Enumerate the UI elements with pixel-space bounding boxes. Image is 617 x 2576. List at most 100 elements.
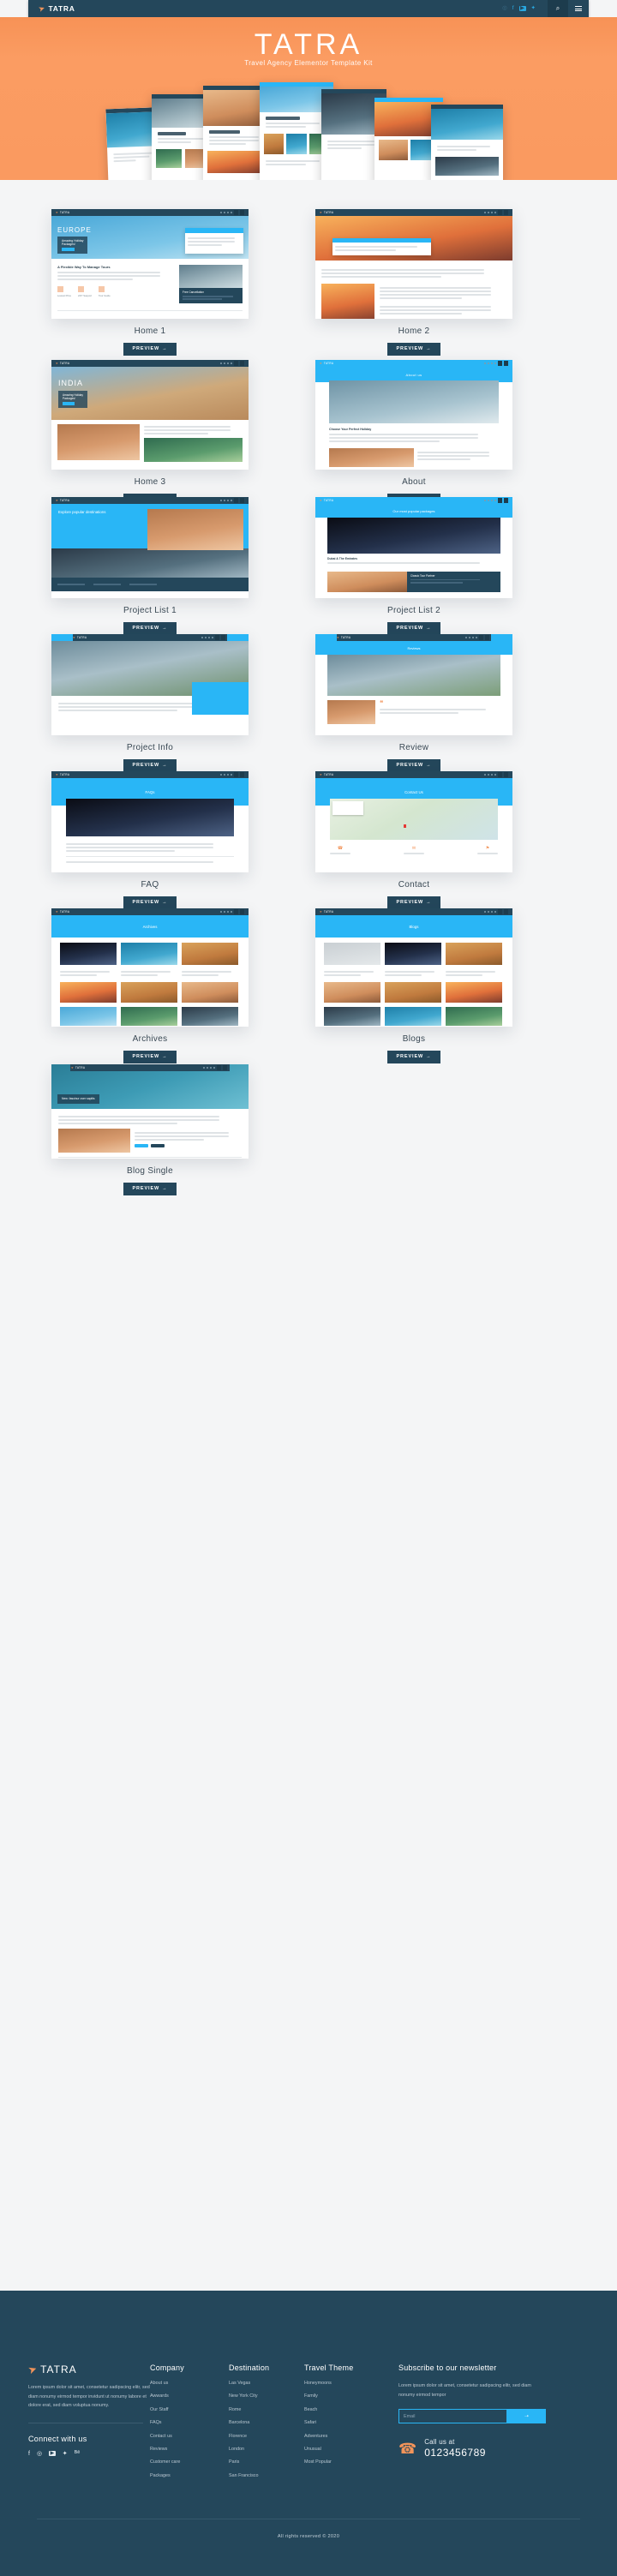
template-thumbnail[interactable]: ➤ TATRA Our most popular packages Dubai &…: [315, 497, 512, 598]
footer-link[interactable]: Unusual: [304, 2447, 398, 2452]
collage-sheet: [431, 105, 503, 180]
newsletter-heading: Subscribe to our newsletter: [398, 2363, 497, 2372]
footer-link[interactable]: New York City: [229, 2393, 304, 2399]
page-subtitle: Travel Agency Elementor Template Kit: [244, 59, 373, 67]
brand-name: TATRA: [48, 4, 75, 13]
map-preview: [330, 799, 498, 840]
call-label: Call us at: [424, 2438, 455, 2447]
footer-link[interactable]: Honeymoons: [304, 2381, 398, 2386]
footer-link[interactable]: Barcelona: [229, 2420, 304, 2425]
email-input[interactable]: [398, 2409, 507, 2424]
template-thumbnail[interactable]: ➤ TATRA: [51, 634, 249, 735]
footer-column-destination: Destination Las Vegas New York City Rome…: [229, 2363, 304, 2487]
template-label: Home 2: [398, 326, 430, 336]
footer-link[interactable]: San Francisco: [229, 2473, 304, 2478]
thumb-inner-title: Reviews: [315, 641, 512, 655]
newsletter-column: Subscribe to our newsletter Lorem ipsum …: [398, 2363, 548, 2487]
template-thumbnail[interactable]: ➤ TATRA INDIA Amazing Holiday Packages!: [51, 360, 249, 470]
footer-link[interactable]: Reviews: [150, 2447, 229, 2452]
footer-link[interactable]: Customer care: [150, 2460, 229, 2465]
footer-link[interactable]: Contact us: [150, 2434, 229, 2439]
footer-link[interactable]: Rome: [229, 2407, 304, 2412]
thumb-inner-title: Blogs: [315, 915, 512, 938]
template-thumbnail[interactable]: ➤ TATRA FAQs: [51, 771, 249, 872]
facebook-icon[interactable]: f: [512, 5, 514, 12]
connect-heading: Connect with us: [28, 2434, 87, 2443]
twitter-icon[interactable]: ✦: [531, 5, 536, 12]
footer-column-travel-theme: Travel Theme Honeymoons Family Beach Saf…: [304, 2363, 398, 2487]
newsletter-form: ➝: [398, 2409, 546, 2424]
top-social-links: ◎ f ▶ ✦: [502, 5, 536, 12]
template-thumbnail[interactable]: ➤TATRA EUROPE Amazing Holiday Packages!: [51, 209, 249, 319]
footer-link[interactable]: Adventures: [304, 2434, 398, 2439]
footer-brand-name: TATRA: [40, 2363, 77, 2375]
footer-link[interactable]: Paris: [229, 2460, 304, 2465]
youtube-icon[interactable]: ▶: [49, 2451, 56, 2457]
thumb-inner-title: Our most popular packages: [315, 504, 512, 518]
template-card[interactable]: ➤ TATRA Home 2 PREVIEW →: [315, 209, 512, 356]
footer-logo[interactable]: ➤ TATRA: [26, 2362, 150, 2377]
template-thumbnail[interactable]: ➤ TATRA Blogs: [315, 908, 512, 1027]
phone-icon: ☎: [398, 2440, 417, 2457]
template-thumbnail[interactable]: ➤ TATRA Contact Us ☎ ✉ ⚑: [315, 771, 512, 872]
youtube-icon[interactable]: ▶: [518, 5, 526, 12]
template-label: Blog Single: [127, 1166, 173, 1176]
footer-link[interactable]: FAQs: [150, 2420, 229, 2425]
phone-number[interactable]: 0123456789: [424, 2447, 486, 2459]
arrow-right-icon: ➝: [524, 2414, 530, 2420]
paper-plane-icon: ➤: [37, 3, 46, 14]
paper-plane-icon: ➤: [26, 2362, 39, 2377]
footer-link[interactable]: London: [229, 2447, 304, 2452]
template-card[interactable]: ➤ TATRA New: fascinur over sapitis Blog …: [51, 1064, 249, 1195]
footer-link[interactable]: Florence: [229, 2434, 304, 2439]
template-thumbnail[interactable]: ➤ TATRA Archives: [51, 908, 249, 1027]
call-us-block: ☎ Call us at 0123456789: [398, 2438, 548, 2459]
search-button[interactable]: ⌕: [548, 0, 568, 17]
column-heading: Company: [150, 2363, 184, 2372]
menu-button[interactable]: [568, 0, 589, 17]
footer-brand-column: ➤ TATRA Lorem ipsum dolor sit amet, cons…: [26, 2362, 150, 2487]
newsletter-description: Lorem ipsum dolor sit amet, consetetur s…: [398, 2383, 531, 2398]
template-grid: ➤TATRA EUROPE Amazing Holiday Packages!: [0, 180, 617, 1195]
column-heading: Destination: [229, 2363, 270, 2372]
footer-link[interactable]: Most Popular: [304, 2460, 398, 2465]
footer-social-links: f ◎ ▶ ✦ Bē: [28, 2451, 150, 2457]
column-heading: Travel Theme: [304, 2363, 354, 2372]
brand-logo[interactable]: ➤ TATRA: [37, 3, 75, 14]
preview-button[interactable]: PREVIEW→: [123, 1183, 177, 1195]
footer-link[interactable]: Las Vegas: [229, 2381, 304, 2386]
thumb-inner-title: Archives: [51, 915, 249, 938]
top-nav-actions: ◎ f ▶ ✦ ⌕: [502, 0, 589, 17]
template-card[interactable]: ➤TATRA EUROPE Amazing Holiday Packages!: [51, 209, 249, 356]
footer-link[interactable]: Awwards: [150, 2393, 229, 2399]
template-thumbnail[interactable]: ➤ TATRA New: fascinur over sapitis: [51, 1064, 249, 1159]
template-thumbnail[interactable]: ➤ TATRA About us Choose Your Perfect Holi…: [315, 360, 512, 470]
template-thumbnail[interactable]: ➤ TATRA Explore popular destinations: [51, 497, 249, 598]
footer-link[interactable]: Family: [304, 2393, 398, 2399]
facebook-icon[interactable]: f: [28, 2451, 30, 2457]
hero-section: TATRA Travel Agency Elementor Template K…: [0, 17, 617, 180]
search-icon: ⌕: [555, 4, 560, 12]
site-footer: ➤ TATRA Lorem ipsum dolor sit amet, cons…: [0, 2291, 617, 2576]
thumb-inner-title: New: fascinur over sapitis: [62, 1096, 95, 1100]
instagram-icon[interactable]: ◎: [502, 5, 507, 12]
template-collage: [105, 82, 510, 180]
copyright-text: All rights reserved © 2020: [277, 2534, 340, 2539]
instagram-icon[interactable]: ◎: [37, 2451, 42, 2457]
twitter-icon[interactable]: ✦: [63, 2451, 68, 2457]
footer-link[interactable]: Our Staff: [150, 2407, 229, 2412]
footer-link[interactable]: About us: [150, 2381, 229, 2386]
footer-link[interactable]: Safari: [304, 2420, 398, 2425]
newsletter-submit-button[interactable]: ➝: [507, 2409, 546, 2424]
template-thumbnail[interactable]: ➤ TATRA Reviews ❝: [315, 634, 512, 735]
top-navigation-bar: ➤ TATRA ◎ f ▶ ✦ ⌕: [28, 0, 589, 17]
footer-description: Lorem ipsum dolor sit amet, consetetur s…: [28, 2385, 150, 2409]
template-label: Home 1: [134, 326, 166, 336]
footer-column-company: Company About us Awwards Our Staff FAQs …: [150, 2363, 229, 2487]
template-thumbnail[interactable]: ➤ TATRA: [315, 209, 512, 319]
behance-icon[interactable]: Bē: [75, 2451, 81, 2456]
page-title: TATRA: [254, 28, 363, 61]
footer-link[interactable]: Beach: [304, 2407, 398, 2412]
hamburger-menu-icon: [575, 6, 582, 11]
footer-link[interactable]: Packages: [150, 2473, 229, 2478]
